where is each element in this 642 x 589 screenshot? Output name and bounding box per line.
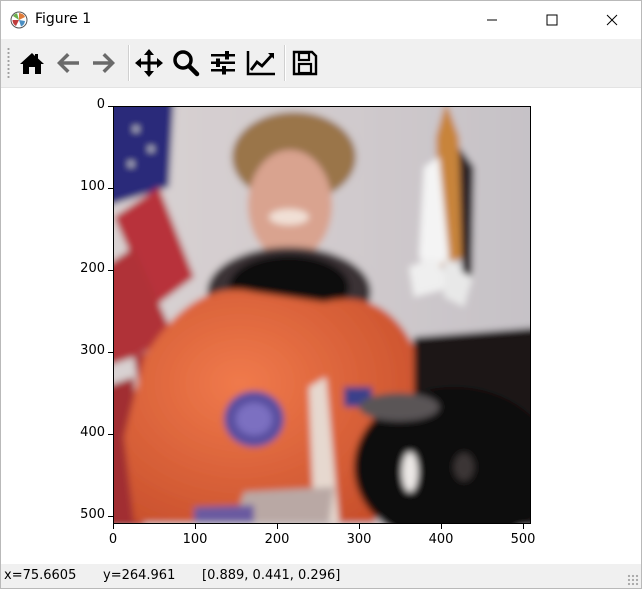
x-tick-mark	[441, 524, 442, 529]
maximize-button[interactable]	[529, 1, 575, 39]
floppy-disk-icon	[292, 50, 318, 76]
configure-subplots-button[interactable]	[206, 46, 240, 80]
x-tick-mark	[113, 524, 114, 529]
edit-axis-button[interactable]	[244, 46, 278, 80]
home-icon	[20, 53, 44, 74]
arrow-left-icon	[57, 53, 79, 73]
y-tick-label: 100	[80, 179, 105, 194]
maximize-icon	[546, 14, 558, 26]
toolbar-separator	[128, 45, 130, 81]
y-tick-label: 200	[80, 261, 105, 276]
minimize-button[interactable]	[469, 1, 515, 39]
x-tick-mark	[359, 524, 360, 529]
y-tick-label: 0	[96, 97, 105, 112]
back-button[interactable]	[51, 46, 85, 80]
close-button[interactable]	[589, 1, 635, 39]
cursor-y-readout: y=264.961	[103, 568, 176, 583]
zoom-button[interactable]	[169, 46, 203, 80]
x-tick-label: 200	[264, 532, 290, 547]
resize-grip[interactable]	[627, 574, 639, 586]
cursor-x-readout: x=75.6605	[4, 568, 77, 583]
y-tick-label: 400	[80, 425, 105, 440]
toolbar-grip[interactable]	[7, 47, 10, 79]
y-tick-label: 500	[80, 507, 105, 522]
pan-button[interactable]	[132, 46, 166, 80]
forward-button[interactable]	[87, 46, 121, 80]
title-bar[interactable]: Figure 1	[1, 1, 641, 39]
pixel-value-readout: [0.889, 0.441, 0.296]	[202, 568, 341, 583]
sliders-icon	[211, 51, 235, 75]
minimize-icon	[487, 19, 497, 21]
figure-window: Figure 1 0 100 200 300 400 500 0 100 200…	[0, 0, 642, 589]
navigation-toolbar	[1, 39, 641, 88]
astronaut-photo-drawing	[114, 107, 530, 523]
x-tick-label: 300	[346, 532, 372, 547]
x-tick-mark	[195, 524, 196, 529]
y-tick-label: 300	[80, 343, 105, 358]
magnifier-icon	[173, 50, 200, 77]
window-title: Figure 1	[35, 11, 92, 27]
x-tick-label: 500	[510, 532, 536, 547]
x-tick-mark	[277, 524, 278, 529]
x-tick-label: 100	[182, 532, 208, 547]
arrow-right-icon	[93, 53, 115, 73]
line-chart-icon	[246, 51, 275, 76]
matplotlib-logo-icon	[10, 11, 28, 29]
figure-canvas[interactable]: 0 100 200 300 400 500 0 100 200 300 400 …	[1, 88, 641, 563]
save-button[interactable]	[288, 46, 322, 80]
x-tick-mark	[523, 524, 524, 529]
astronaut-image[interactable]	[113, 106, 531, 524]
toolbar-separator	[284, 45, 286, 81]
close-icon	[606, 14, 618, 26]
home-button[interactable]	[15, 46, 49, 80]
x-tick-label: 400	[428, 532, 454, 547]
status-bar: x=75.6605 y=264.961 [0.889, 0.441, 0.296…	[1, 564, 641, 588]
move-arrows-icon	[135, 49, 163, 77]
x-tick-label: 0	[108, 532, 118, 547]
